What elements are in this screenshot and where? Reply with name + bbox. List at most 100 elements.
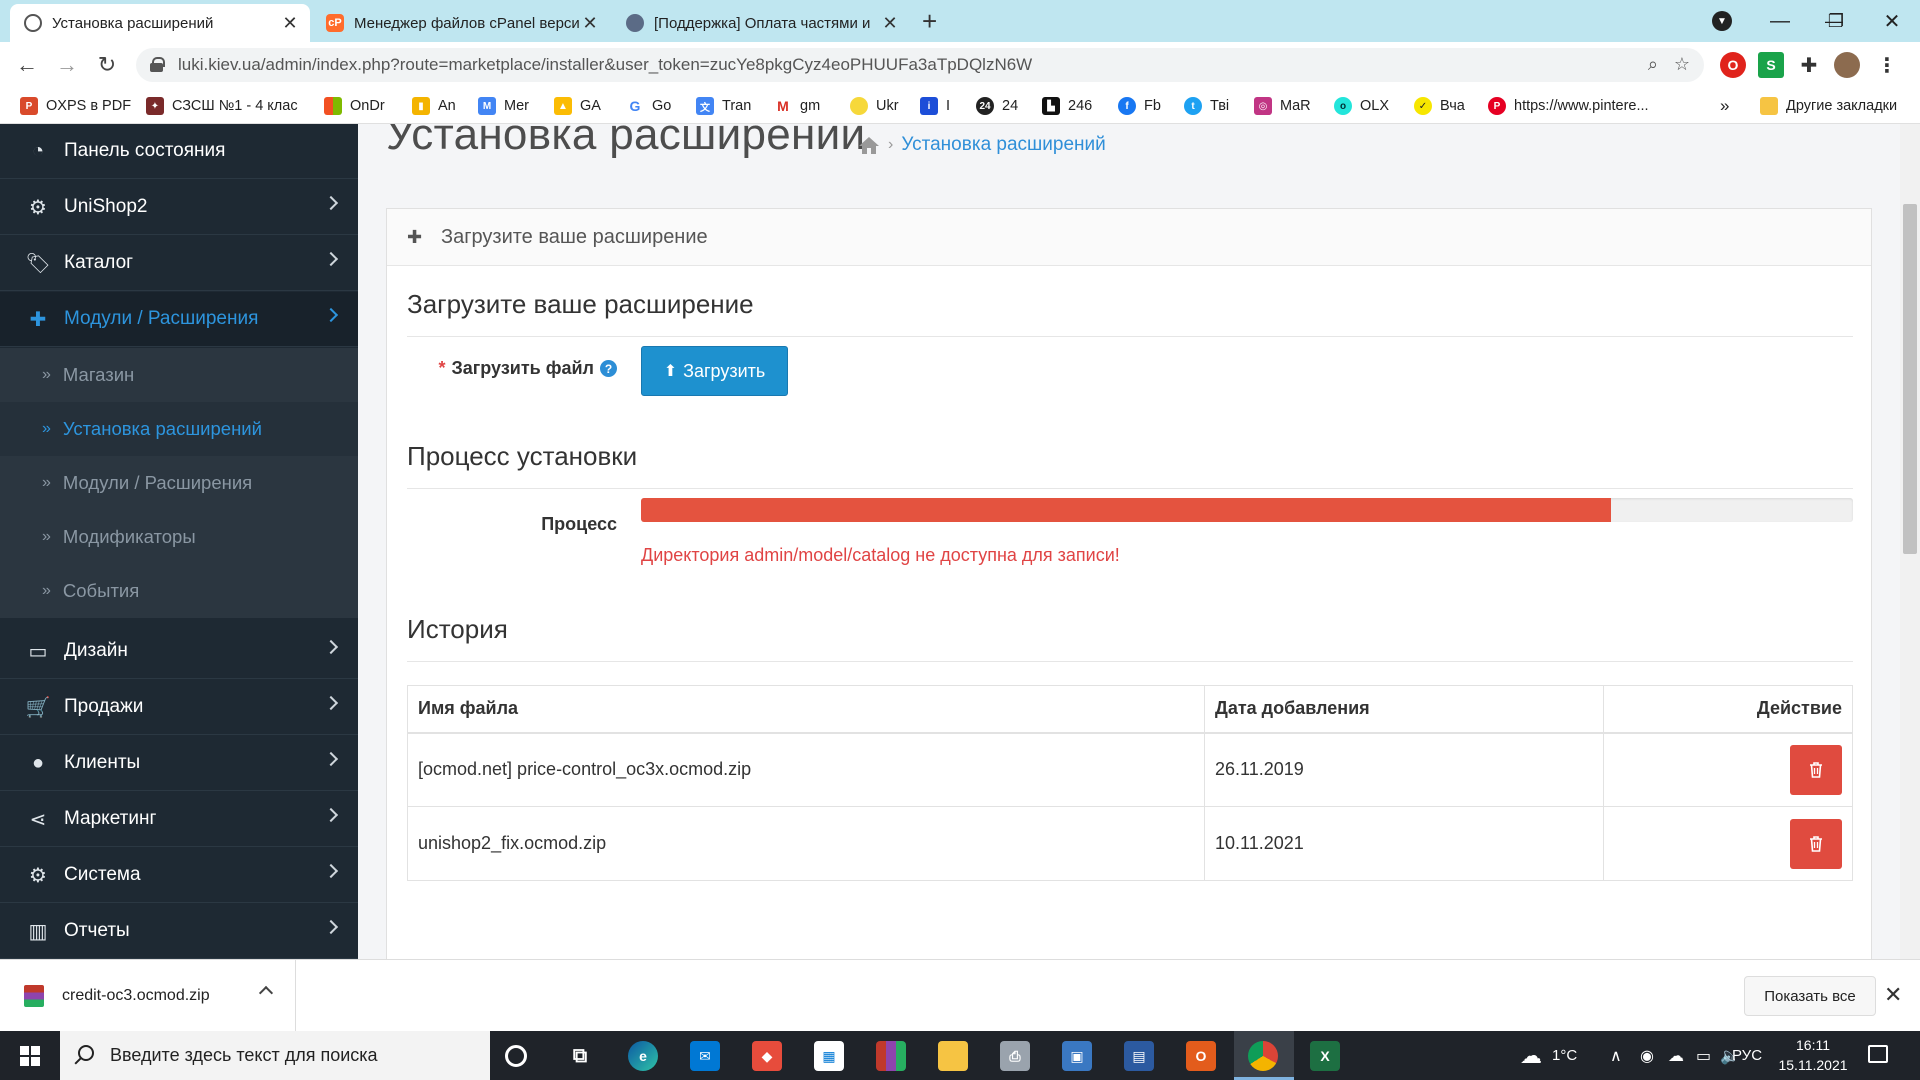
sidebar-item-extensions[interactable]: ✚ Модули / Расширения [0,292,358,347]
notifications-icon[interactable] [1868,1045,1888,1063]
store-icon[interactable]: ▦ [814,1041,844,1071]
sidebar-item-system[interactable]: ⚙ Система [0,848,358,903]
save-app-icon[interactable]: ▤ [1124,1041,1154,1071]
weather-widget[interactable]: ☁ 1°C [1520,1031,1577,1080]
bookmark[interactable]: ✦ СЗСШ №1 - 4 клас [146,96,298,116]
bookmark[interactable]: 24 24 [976,96,1018,116]
column-header-date[interactable]: Дата добавления [1204,685,1604,734]
language-indicator[interactable]: РУС [1732,1031,1762,1080]
browser-tab[interactable]: [Поддержка] Оплата частями и ✕ [612,4,910,42]
channel24-icon: 24 [976,97,994,115]
clock[interactable]: 16:11 15.11.2021 [1768,1035,1858,1075]
bookmark[interactable]: ▙ 246 [1042,96,1092,116]
browser-tab[interactable]: cP Менеджер файлов cPanel верси ✕ [312,4,610,42]
delete-button[interactable] [1790,744,1842,795]
close-tab-icon[interactable]: ✕ [280,13,300,34]
sidebar-subitem-marketplace[interactable]: » Магазин [0,348,358,402]
close-tab-icon[interactable]: ✕ [580,13,600,34]
show-all-downloads-button[interactable]: Показать все [1744,976,1876,1016]
sidebar-item-unishop2[interactable]: ⚙ UniShop2 [0,180,358,235]
bookmark[interactable]: 文 Tran [696,96,751,116]
edge-icon[interactable]: e [628,1041,658,1071]
double-chevron-icon: » [42,474,51,491]
bookmark[interactable]: iI [920,96,950,116]
bookmark[interactable]: Phttps://www.pintere... [1488,96,1649,116]
zoom-icon[interactable]: ⌕ [1648,54,1658,75]
browser-tab-active[interactable]: Установка расширений ✕ [10,4,310,42]
cortana-icon[interactable] [505,1045,527,1067]
new-tab-button[interactable]: + [922,6,937,37]
tray-camera-icon[interactable]: ◉ [1640,1031,1654,1080]
start-button[interactable] [0,1031,60,1080]
cloud-icon: ☁ [1520,1042,1542,1068]
bookmark[interactable]: t Твi [1184,96,1229,116]
bookmark[interactable]: f Fb [1118,96,1161,116]
forward-icon[interactable]: → [52,50,82,80]
upload-button[interactable]: ⬆ Загрузить [641,346,788,396]
page-scrollbar[interactable] [1900,124,1920,959]
maximize-icon[interactable]: ❐ [1808,0,1864,42]
bookmark[interactable]: M Mer [478,96,529,116]
help-icon[interactable]: ? [600,360,617,377]
close-icon[interactable]: ✕ [1884,982,1902,1008]
sidebar-item-customers[interactable]: ● Клиенты [0,736,358,791]
sidebar-item-marketing[interactable]: ⋖ Маркетинг [0,792,358,847]
bookmark[interactable]: ▲ GA [554,96,601,116]
address-bar[interactable]: luki.kiev.ua/admin/index.php?route=marke… [136,48,1704,82]
sidebar-item-sales[interactable]: 🛒 Продажи [0,680,358,735]
tray-onedrive-icon[interactable]: ☁ [1668,1031,1684,1080]
delete-button[interactable] [1790,818,1842,869]
home-icon[interactable] [858,135,880,155]
task-view-icon[interactable]: ⧉ [565,1041,595,1071]
chrome-icon[interactable] [1248,1041,1278,1071]
minimize-icon[interactable]: — [1752,0,1808,42]
network-app-icon[interactable]: ▣ [1062,1041,1092,1071]
bookmark[interactable]: G Go [626,96,671,116]
back-icon[interactable]: ← [12,50,42,80]
bookmark[interactable]: Ukr [850,96,899,116]
menu-kebab-icon[interactable]: ⋮ [1874,52,1900,78]
winrar-icon[interactable] [876,1041,906,1071]
lock-icon[interactable] [150,57,165,72]
sidebar-subitem-installer[interactable]: » Установка расширений [0,402,358,456]
scrollbar-thumb[interactable] [1903,204,1917,554]
sidebar-item-reports[interactable]: ▥ Отчеты [0,904,358,959]
bookmark-star-icon[interactable]: ☆ [1674,54,1690,75]
opera-vpn-icon[interactable]: O [1720,52,1746,78]
tray-network-icon[interactable]: ▭ [1696,1031,1711,1080]
bookmark[interactable]: OnDr [324,96,385,116]
taskbar-search-input[interactable]: Введите здесь текст для поиска [60,1031,490,1080]
excel-icon[interactable]: X [1310,1041,1340,1071]
sidebar-subitem-events[interactable]: » События [0,564,358,618]
more-bookmarks-icon[interactable]: » [1720,96,1729,116]
sidebar-item-design[interactable]: ▭ Дизайн [0,624,358,679]
anydesk-icon[interactable]: ◆ [752,1041,782,1071]
bookmark[interactable]: P OXPS в PDF [20,96,131,116]
reload-icon[interactable]: ↻ [92,50,122,80]
puzzle-extensions-icon[interactable]: ✚ [1796,52,1822,78]
tab-search-icon[interactable]: ▼ [1712,11,1732,31]
bookmark[interactable]: o OLX [1334,96,1389,116]
tray-chevron-icon[interactable]: ∧ [1610,1031,1622,1080]
chevron-up-icon[interactable] [258,985,274,1001]
file-explorer-icon[interactable] [938,1041,968,1071]
sidebar-item-dashboard[interactable]: ◔ Панель состояния [0,124,358,179]
close-icon[interactable]: ✕ [1864,0,1920,42]
sidebar-subitem-modifications[interactable]: » Модификаторы [0,510,358,564]
breadcrumb-link[interactable]: Установка расширений [901,134,1105,156]
bookmark[interactable]: ◎ MaR [1254,96,1311,116]
mail-icon[interactable]: ✉ [690,1041,720,1071]
download-item[interactable]: credit-oc3.ocmod.zip [0,960,296,1032]
column-header-filename[interactable]: Имя файла [407,685,1205,734]
bookmark[interactable]: ▮ An [412,96,456,116]
bookmark[interactable]: ✓ Вча [1414,96,1465,116]
printer-icon[interactable]: ⎙ [1000,1041,1030,1071]
bookmark-folder[interactable]: Другие закладки [1760,96,1897,116]
avatar[interactable] [1834,52,1860,78]
sidebar-item-catalog[interactable]: 🏷 Каталог [0,236,358,291]
sidebar-subitem-extensions[interactable]: » Модули / Расширения [0,456,358,510]
close-tab-icon[interactable]: ✕ [880,13,900,34]
office-icon[interactable]: O [1186,1041,1216,1071]
extension-icon[interactable]: S [1758,52,1784,78]
bookmark[interactable]: Mgm [774,96,820,116]
